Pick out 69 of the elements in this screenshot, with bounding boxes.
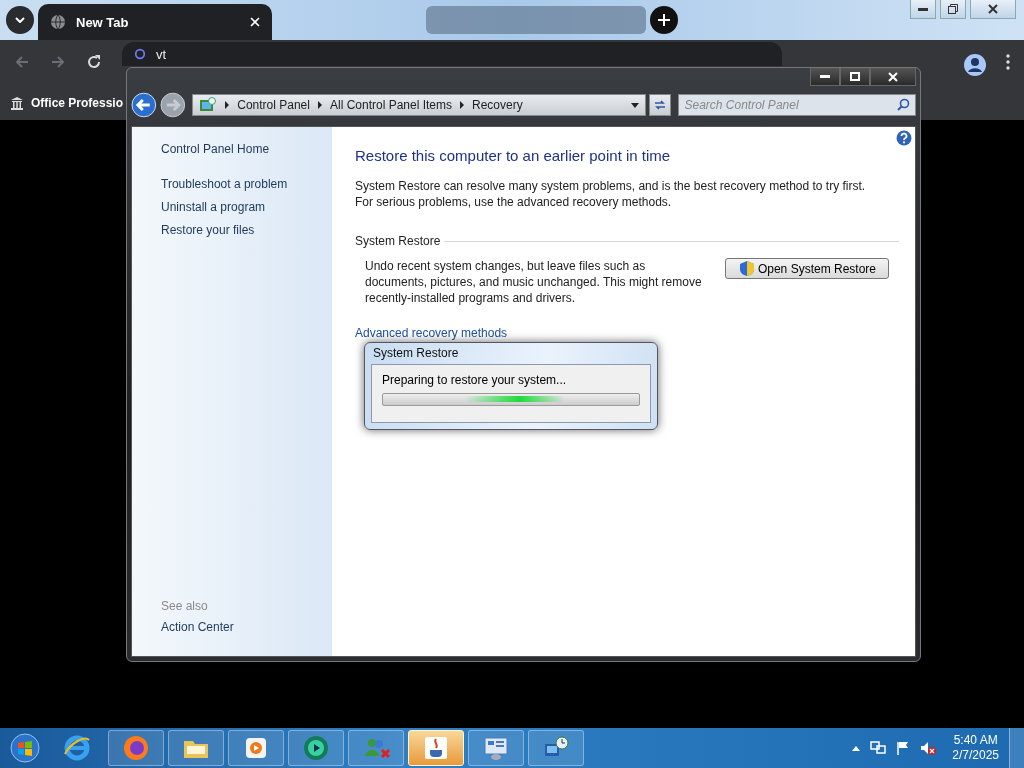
- breadcrumb-item[interactable]: Recovery: [472, 98, 523, 112]
- dialog-title: System Restore: [372, 345, 460, 362]
- globe-icon: [50, 14, 66, 30]
- minimize-button[interactable]: [910, 0, 936, 19]
- sidebar-link[interactable]: Uninstall a program: [161, 199, 266, 216]
- reload-icon[interactable]: [86, 54, 102, 70]
- search-field[interactable]: Search Control Panel: [677, 94, 916, 116]
- breadcrumb-item[interactable]: Control Panel: [237, 98, 310, 112]
- tab-search-button[interactable]: [6, 6, 34, 34]
- dropdown-icon[interactable]: [630, 102, 639, 108]
- restore-button[interactable]: [940, 0, 966, 19]
- advanced-recovery-link[interactable]: Advanced recovery methods: [355, 326, 508, 340]
- show-hidden-icons-icon[interactable]: [852, 745, 861, 751]
- close-icon[interactable]: [250, 17, 260, 27]
- maximize-button[interactable]: [840, 68, 870, 86]
- address-bar[interactable]: vt: [122, 42, 782, 66]
- coffee-cup-icon: [422, 734, 450, 762]
- minimize-icon: [918, 7, 928, 11]
- description-text: Undo recent system changes, but leave files such as documents, pictures, and music unchanged. This might remove recently-installed programs and drivers.: [365, 258, 703, 306]
- search-icon: [897, 98, 910, 111]
- sidebar-link[interactable]: Control Panel Home: [161, 141, 270, 158]
- chevron-right-icon[interactable]: [224, 101, 231, 109]
- bookmark-item[interactable]: Office Professio: [31, 95, 124, 110]
- minimize-icon: [820, 75, 830, 78]
- maximize-icon: [850, 72, 860, 81]
- back-icon[interactable]: [131, 92, 157, 118]
- restore-icon: [948, 4, 958, 14]
- network-icon[interactable]: [870, 741, 887, 755]
- breadcrumb-item[interactable]: All Control Panel Items: [329, 98, 453, 112]
- page-heading: Restore this computer to an earlier point in time: [355, 147, 672, 164]
- chevron-right-icon[interactable]: [459, 101, 466, 109]
- sidebar-link[interactable]: Action Center: [161, 619, 234, 636]
- media-player-icon: [302, 734, 330, 762]
- menu-icon[interactable]: [1006, 54, 1010, 70]
- speaker-muted-icon[interactable]: [920, 741, 937, 755]
- taskbar-button[interactable]: [408, 730, 464, 766]
- plus-icon: [658, 14, 670, 26]
- building-icon: [10, 95, 24, 110]
- open-system-restore-button[interactable]: Open System Restore: [724, 258, 889, 279]
- help-icon[interactable]: [896, 130, 912, 146]
- refresh-button[interactable]: [648, 94, 671, 116]
- close-icon: [888, 71, 898, 82]
- browser-tab[interactable]: New Tab: [38, 4, 272, 40]
- browser-icon: [63, 734, 91, 762]
- see-also-label: See also: [161, 599, 208, 613]
- new-tab-button[interactable]: [650, 6, 678, 34]
- forward-icon[interactable]: [159, 92, 186, 118]
- chevron-right-icon[interactable]: [316, 101, 323, 109]
- close-button[interactable]: [970, 0, 1016, 19]
- flag-icon[interactable]: [896, 741, 911, 755]
- fox-browser-icon: [122, 734, 150, 762]
- site-icon: [134, 48, 146, 60]
- refresh-icon: [652, 98, 667, 112]
- profile-icon[interactable]: [964, 54, 986, 76]
- windows-logo-icon: [10, 733, 40, 763]
- minimize-button[interactable]: [810, 68, 840, 86]
- section-title: System Restore: [355, 234, 441, 248]
- shield-icon: [739, 261, 754, 276]
- sidebar-link[interactable]: Restore your files: [161, 222, 255, 239]
- address-bar[interactable]: Control Panel All Control Panel Items Recovery: [192, 94, 646, 116]
- close-button[interactable]: [870, 68, 916, 86]
- control-panel-icon: [482, 734, 510, 762]
- intro-text: System Restore can resolve many system problems, and is the best recovery method to try first. For serious problems, use the advanced recovery methods.: [355, 178, 867, 210]
- control-panel-icon: [199, 97, 218, 113]
- progress-message: Preparing to restore your system...: [382, 373, 568, 387]
- close-icon: [988, 4, 998, 14]
- sidebar-link[interactable]: Troubleshoot a problem: [161, 176, 288, 193]
- clock[interactable]: 5:40 AM 2/7/2025: [952, 733, 999, 763]
- chevron-down-icon: [15, 17, 25, 23]
